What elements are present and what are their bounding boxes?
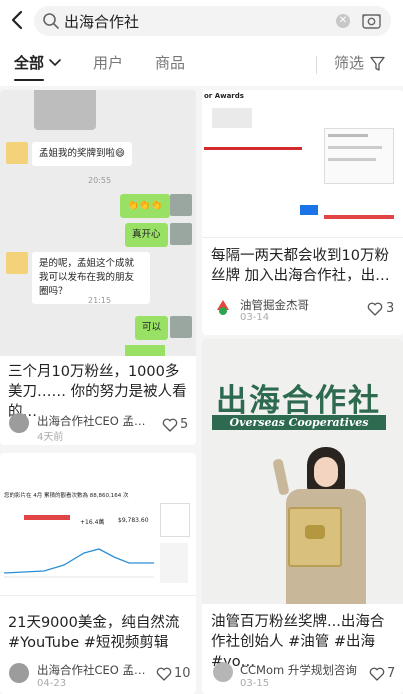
redacted-bar <box>24 515 70 520</box>
category-tabs: 全部 用户 商品 筛选 <box>0 46 403 82</box>
author-avatar <box>9 413 29 433</box>
chat-message: 孟姐我的奖牌到啦😄 <box>32 142 132 166</box>
blue-button <box>300 205 318 215</box>
avatar <box>170 223 192 245</box>
chat-message: 可以 <box>135 316 169 340</box>
post-date: 03-14 <box>240 312 270 323</box>
post-image: 孟姐我的奖牌到啦😄 20:55 👏👏👏 真开心 是的呢，孟姐这个成就我可以发布在… <box>0 90 196 356</box>
chat-message: 👏👏👏 <box>120 194 170 218</box>
info-line <box>328 134 368 137</box>
info-line <box>328 158 376 161</box>
search-input[interactable]: 出海合作社 <box>64 11 139 32</box>
heart-icon[interactable] <box>156 667 172 681</box>
like-count: 10 <box>174 666 191 681</box>
avatar <box>6 142 28 164</box>
award-thumbnail <box>212 108 252 128</box>
info-line <box>328 146 382 149</box>
stat-views: +16.4萬 <box>80 519 105 526</box>
tab-products[interactable]: 商品 <box>155 52 185 73</box>
author-name: 油管掘金杰哥 <box>240 298 309 312</box>
chat-timestamp: 20:55 <box>88 176 112 185</box>
post-card[interactable]: 孟姐我的奖牌到啦😄 20:55 👏👏👏 真开心 是的呢，孟姐这个成就我可以发布在… <box>0 90 196 445</box>
like-count: 5 <box>180 417 189 432</box>
post-date: 03-15 <box>240 678 270 689</box>
back-arrow-icon[interactable] <box>6 8 30 32</box>
filter-button[interactable]: 筛选 <box>334 52 364 73</box>
author-name: 出海合作社CEO 孟… <box>37 414 146 428</box>
stat-revenue: $9,783.60 <box>118 517 149 524</box>
post-image: 出海合作社 Overseas Cooperatives <box>202 339 403 604</box>
author-avatar <box>213 662 233 682</box>
author-name: CCMom 升学规划咨询 <box>240 663 357 677</box>
logo-chinese-text: 出海合作社 <box>216 383 381 419</box>
play-button-icon <box>305 525 325 539</box>
author-name: 出海合作社CEO 孟… <box>37 663 146 677</box>
post-image: 您的影片在 4月 累積的觀看次數為 88,860,164 次 +16.4萬 $9… <box>0 453 196 596</box>
chevron-down-icon[interactable] <box>49 59 61 67</box>
chat-message <box>125 345 165 356</box>
post-image: or Awards <box>202 90 403 238</box>
chat-message: 真开心 <box>125 223 168 247</box>
post-date: 04-23 <box>37 678 67 689</box>
active-tab-indicator <box>14 79 44 81</box>
post-card[interactable]: 出海合作社 Overseas Cooperatives 油管百万粉丝奖牌...出… <box>202 339 403 694</box>
search-icon <box>43 13 59 29</box>
post-title: 21天9000美金，纯自然流 #YouTube #短视频剪辑 <box>8 615 180 651</box>
post-card[interactable]: or Awards 每隔一两天都会收到10万粉丝牌 加入出海合作社，出… 油管掘… <box>202 90 403 335</box>
thumbnail-list <box>160 543 188 583</box>
post-card[interactable]: 您的影片在 4月 累積的觀看次數為 88,860,164 次 +16.4萬 $9… <box>0 453 196 694</box>
person-face <box>314 457 338 487</box>
avatar <box>170 194 192 216</box>
avatar <box>170 316 192 338</box>
chat-timestamp: 21:15 <box>88 296 112 305</box>
trend-chart <box>4 548 154 578</box>
search-bar[interactable]: 出海合作社 ✕ <box>34 6 391 36</box>
heart-icon[interactable] <box>367 302 383 316</box>
like-count: 7 <box>387 666 396 681</box>
header: 出海合作社 ✕ 全部 用户 商品 筛选 <box>0 0 403 86</box>
search-results-screen: 出海合作社 ✕ 全部 用户 商品 筛选 孟姐我的奖牌到啦😄 20:55 👏👏👏 … <box>0 0 403 694</box>
tab-all[interactable]: 全部 <box>14 52 44 73</box>
post-title: 每隔一两天都会收到10万粉丝牌 加入出海合作社，出… <box>211 248 390 284</box>
filter-icon[interactable] <box>370 56 385 72</box>
avatar <box>6 252 28 274</box>
author-avatar <box>213 297 233 317</box>
heart-icon[interactable] <box>162 418 178 432</box>
image-search-icon[interactable] <box>362 12 381 30</box>
screenshot-heading: or Awards <box>204 92 244 100</box>
logo-english-text: Overseas Cooperatives <box>212 415 386 430</box>
status-bar <box>324 215 394 219</box>
author-avatar <box>9 663 29 683</box>
award-plaque-image <box>34 90 96 130</box>
like-count: 3 <box>386 301 395 316</box>
tab-users[interactable]: 用户 <box>93 52 123 73</box>
post-date: 4天前 <box>37 432 64 443</box>
analytics-headline: 您的影片在 4月 累積的觀看次數為 88,860,164 次 <box>4 493 129 499</box>
heart-icon[interactable] <box>369 667 385 681</box>
progress-bar <box>204 147 302 150</box>
side-panel <box>160 503 190 537</box>
person-arm <box>272 458 290 496</box>
clear-icon[interactable]: ✕ <box>336 14 350 28</box>
tab-divider <box>316 56 317 74</box>
